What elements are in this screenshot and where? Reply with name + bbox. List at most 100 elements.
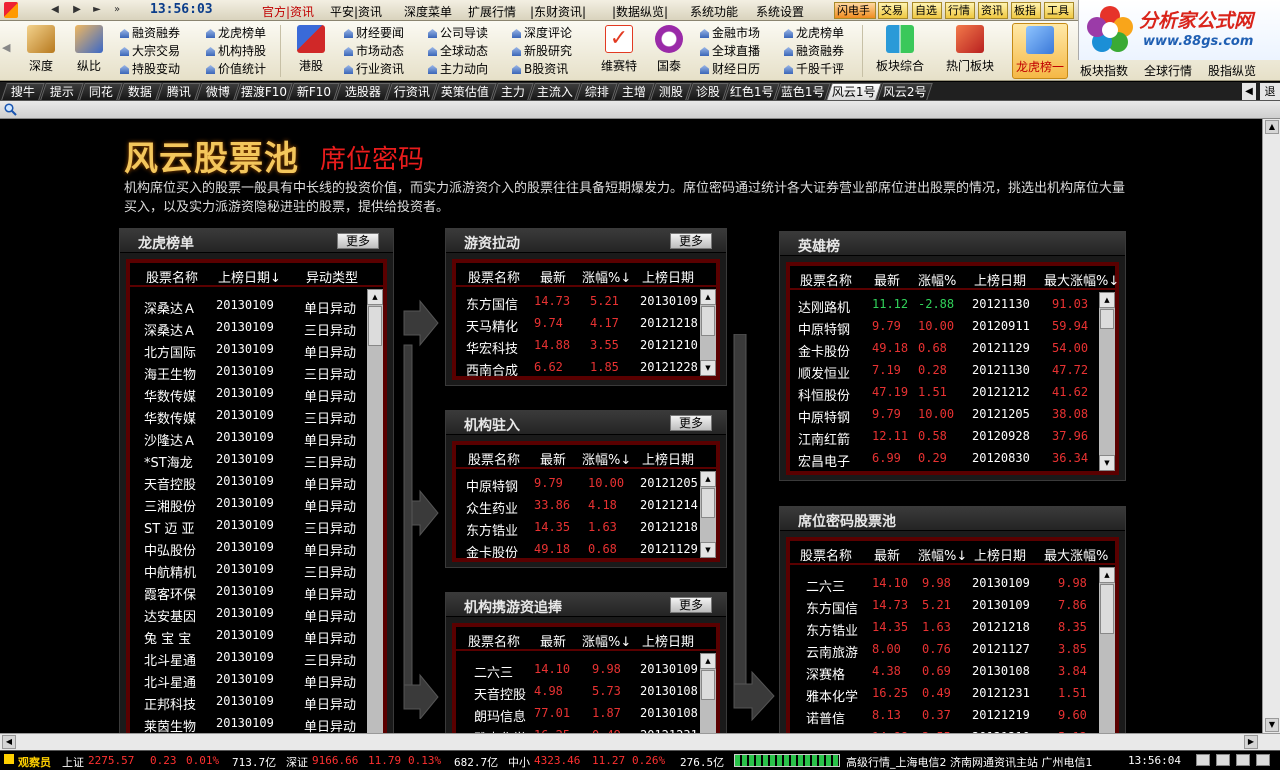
stock-name[interactable]: 中原特钢 — [798, 319, 850, 338]
link-deep-review[interactable]: 深度评论 — [512, 25, 572, 42]
link-index-overview[interactable]: 股指纵览 — [1208, 62, 1256, 79]
scroll-up-icon[interactable]: ▲ — [1099, 292, 1115, 308]
table-row[interactable]: 霞客环保 20130109 单日异动 — [130, 581, 367, 603]
table-row[interactable]: 东方锆业 14.35 1.63 20121218 8.35 — [790, 617, 1099, 639]
link-global-live[interactable]: 全球直播 — [700, 43, 760, 60]
stock-name[interactable]: 二六三 — [474, 662, 513, 681]
link-margin[interactable]: 融资融券 — [120, 25, 180, 42]
stock-name[interactable]: 二六三 — [806, 576, 845, 595]
col-header[interactable]: 股票名称 — [468, 267, 520, 286]
menu-system-func[interactable]: 系统功能 — [690, 3, 738, 20]
link-holding-change[interactable]: 持股变动 — [120, 61, 180, 78]
col-header[interactable]: 最新 — [540, 449, 566, 468]
tab-item[interactable]: 提示 — [40, 83, 84, 100]
stock-name[interactable]: 达安基因 — [144, 606, 196, 625]
scroll-up-icon[interactable]: ▲ — [700, 289, 716, 305]
stock-name[interactable]: 云南旅游 — [806, 642, 858, 661]
quick-watchlist[interactable]: 自选 — [912, 2, 942, 19]
table-row[interactable]: 中原特钢 9.79 10.00 20121205 38.08 — [790, 404, 1099, 426]
stock-name[interactable]: 东方锆业 — [806, 620, 858, 639]
table-row[interactable]: 西南合成 6.62 1.85 20121228 — [456, 357, 700, 376]
tool-guotai[interactable]: 国泰 — [646, 23, 692, 79]
stock-name[interactable]: 霞客环保 — [144, 584, 196, 603]
stock-name[interactable]: *ST海龙 — [144, 452, 193, 471]
col-header[interactable]: 上榜日期 — [974, 545, 1026, 564]
table-row[interactable]: 中原特钢 9.79 10.00 20120911 59.94 — [790, 316, 1099, 338]
table-row[interactable]: 东方锆业 14.35 1.63 20121218 — [456, 517, 700, 539]
table-row[interactable]: 华宏科技 14.88 3.55 20121210 — [456, 335, 700, 357]
tab-item[interactable]: 新F10 — [288, 83, 340, 100]
col-header[interactable]: 涨幅%↓ — [918, 545, 967, 564]
stock-name[interactable]: 金卡股份 — [466, 542, 518, 558]
address-bar[interactable] — [0, 101, 1280, 119]
col-header[interactable]: 最大涨幅% — [1044, 545, 1108, 564]
stock-name[interactable]: 东方国信 — [466, 294, 518, 313]
table-row[interactable]: 莱茵生物 20130109 单日异动 — [130, 713, 367, 733]
table-row[interactable]: 华数传媒 20130109 三日异动 — [130, 405, 367, 427]
table-row[interactable]: 中弘股份 20130109 单日异动 — [130, 537, 367, 559]
stock-name[interactable]: 朗玛信息 — [474, 706, 526, 725]
tool-depth[interactable]: 深度 — [18, 23, 64, 79]
more-button[interactable]: 更多 — [670, 233, 712, 249]
link-market-dynamics[interactable]: 市场动态 — [344, 43, 404, 60]
toolbar-scroll-left-icon[interactable]: ◀ — [2, 41, 14, 61]
tab-item[interactable]: 蓝色1号 — [775, 83, 831, 100]
scroll-down-icon[interactable]: ▼ — [1099, 455, 1115, 471]
table-row[interactable]: 兔 宝 宝 20130109 单日异动 — [130, 625, 367, 647]
stock-name[interactable]: 顺发恒业 — [798, 363, 850, 382]
scroll-thumb[interactable] — [1100, 584, 1114, 634]
menu-official-news[interactable]: 官方|资讯 — [262, 3, 314, 20]
scrollbar[interactable]: ▲ ▼ — [1099, 292, 1115, 471]
stock-name[interactable]: 华数传媒 — [144, 386, 196, 405]
scrollbar[interactable]: ▲ — [700, 653, 716, 733]
scroll-down-icon[interactable]: ▼ — [1265, 718, 1279, 732]
link-ipo-research[interactable]: 新股研究 — [512, 43, 572, 60]
table-row[interactable]: 海王生物 20130109 三日异动 — [130, 361, 367, 383]
tab-item[interactable]: 同花 — [79, 83, 123, 100]
stock-name[interactable]: ST 迈 亚 — [144, 518, 194, 537]
forward-arrow-icon[interactable]: ▶ — [70, 3, 84, 17]
page-horizontal-scrollbar[interactable]: ◀ ▶ — [0, 733, 1280, 750]
col-header[interactable]: 股票名称 — [800, 270, 852, 289]
menu-pingan-news[interactable]: 平安|资讯 — [330, 3, 382, 20]
tab-item[interactable]: 摆渡F10 — [235, 83, 293, 100]
stock-name[interactable]: 深桑达Ａ — [144, 320, 196, 339]
table-row[interactable]: 深桑达Ａ 20130109 单日异动 — [130, 295, 367, 317]
table-row[interactable]: 东方国信 14.73 5.21 20130109 — [456, 291, 700, 313]
history-arrow-icon[interactable]: » — [110, 3, 124, 17]
mail-icon[interactable] — [1196, 754, 1210, 766]
table-row[interactable]: 金卡股份 49.18 0.68 20121129 54.00 — [790, 338, 1099, 360]
col-header[interactable]: 股票名称 — [146, 267, 198, 286]
tab-item[interactable]: 诊股 — [687, 83, 729, 100]
table-row[interactable]: ST 迈 亚 20130109 三日异动 — [130, 515, 367, 537]
search-icon[interactable] — [4, 103, 17, 116]
table-row[interactable]: 中原特钢 9.79 10.00 20121205 — [456, 473, 700, 495]
table-row[interactable]: 天音控股 4.98 5.73 20130108 — [456, 681, 700, 703]
scroll-thumb[interactable] — [701, 670, 715, 700]
link-b-share-news[interactable]: B股资讯 — [512, 61, 568, 78]
link-company-guide[interactable]: 公司导读 — [428, 25, 488, 42]
stock-name[interactable]: 北方国际 — [144, 342, 196, 361]
tool-hot-sectors[interactable]: 热门板块 — [942, 23, 998, 79]
server-info[interactable]: 高级行情_上海电信2 济南网通资讯主站 广州电信1 — [846, 754, 1093, 770]
more-button[interactable]: 更多 — [337, 233, 379, 249]
network-icon[interactable] — [1256, 754, 1270, 766]
table-row[interactable]: 深桑达Ａ 20130109 三日异动 — [130, 317, 367, 339]
stock-name[interactable]: 三湘股份 — [144, 496, 196, 515]
table-row[interactable]: 顺发恒业 7.19 0.28 20121130 47.72 — [790, 360, 1099, 382]
quick-index[interactable]: 板指 — [1011, 2, 1041, 19]
table-row[interactable]: 金卡股份 49.18 0.68 20121129 — [456, 539, 700, 558]
menu-system-settings[interactable]: 系统设置 — [756, 3, 804, 20]
table-row[interactable]: 达刚路机 11.12 -2.88 20121130 91.03 — [790, 294, 1099, 316]
table-row[interactable]: 雅本化学16.250.4920121231 — [456, 725, 700, 733]
table-row[interactable]: 北斗星通 20130109 单日异动 — [130, 669, 367, 691]
table-row[interactable]: 正邦科技 20130109 单日异动 — [130, 691, 367, 713]
col-header[interactable]: 异动类型 — [306, 267, 358, 286]
tool-hk[interactable]: 港股 — [288, 23, 334, 79]
tab-scroll-left-icon[interactable]: ◀ — [1242, 83, 1256, 100]
link-dragon-list-2[interactable]: 龙虎榜单 — [784, 25, 844, 42]
stock-name[interactable]: 兔 宝 宝 — [144, 628, 191, 647]
stock-name[interactable]: 江南红箭 — [798, 429, 850, 448]
scroll-up-icon[interactable]: ▲ — [367, 289, 383, 305]
menu-eastmoney-news[interactable]: |东财资讯| — [530, 3, 586, 20]
